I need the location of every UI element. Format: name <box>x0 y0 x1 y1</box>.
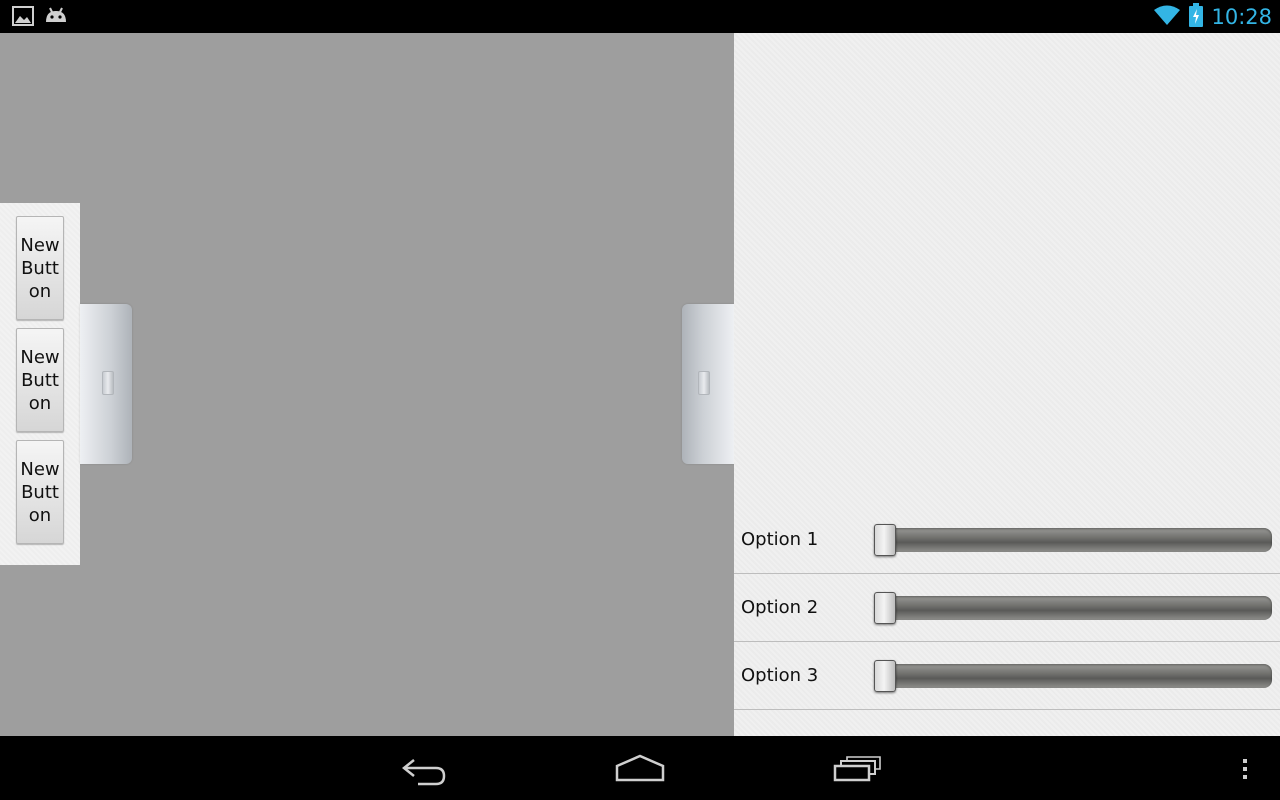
option-row-2: Option 2 <box>734 574 1280 642</box>
new-button-1[interactable]: New Button <box>16 216 64 320</box>
back-icon[interactable] <box>400 752 448 790</box>
android-icon <box>44 6 68 30</box>
new-button-3[interactable]: New Button <box>16 440 64 544</box>
option-3-slider[interactable] <box>874 660 1272 692</box>
overflow-menu-icon[interactable] <box>1238 752 1252 790</box>
main-content-area: New Button New Button New Button <box>0 33 734 736</box>
slider-thumb[interactable] <box>874 524 896 556</box>
screen: 10:28 New Button New Button New Button O… <box>0 0 1280 800</box>
recent-apps-icon[interactable] <box>832 752 884 790</box>
left-drawer-handle[interactable] <box>80 304 132 464</box>
option-row-1: Option 1 <box>734 506 1280 574</box>
grip-icon <box>102 371 114 395</box>
option-1-slider[interactable] <box>874 524 1272 556</box>
status-clock: 10:28 <box>1211 5 1272 29</box>
options-panel: Option 1 Option 2 Option 3 <box>734 33 1280 736</box>
wifi-icon <box>1153 4 1181 30</box>
home-icon[interactable] <box>614 752 666 790</box>
status-bar: 10:28 <box>0 0 1280 33</box>
navigation-bar <box>0 736 1280 800</box>
right-drawer-handle[interactable] <box>682 304 734 464</box>
gallery-icon <box>12 6 34 30</box>
option-label: Option 1 <box>741 529 819 550</box>
option-2-slider[interactable] <box>874 592 1272 624</box>
left-sliding-drawer: New Button New Button New Button <box>0 203 80 565</box>
option-row-3: Option 3 <box>734 642 1280 710</box>
slider-thumb[interactable] <box>874 660 896 692</box>
slider-thumb[interactable] <box>874 592 896 624</box>
option-label: Option 2 <box>741 597 819 618</box>
grip-icon <box>698 371 710 395</box>
new-button-2[interactable]: New Button <box>16 328 64 432</box>
option-label: Option 3 <box>741 665 819 686</box>
battery-charging-icon <box>1189 3 1204 31</box>
